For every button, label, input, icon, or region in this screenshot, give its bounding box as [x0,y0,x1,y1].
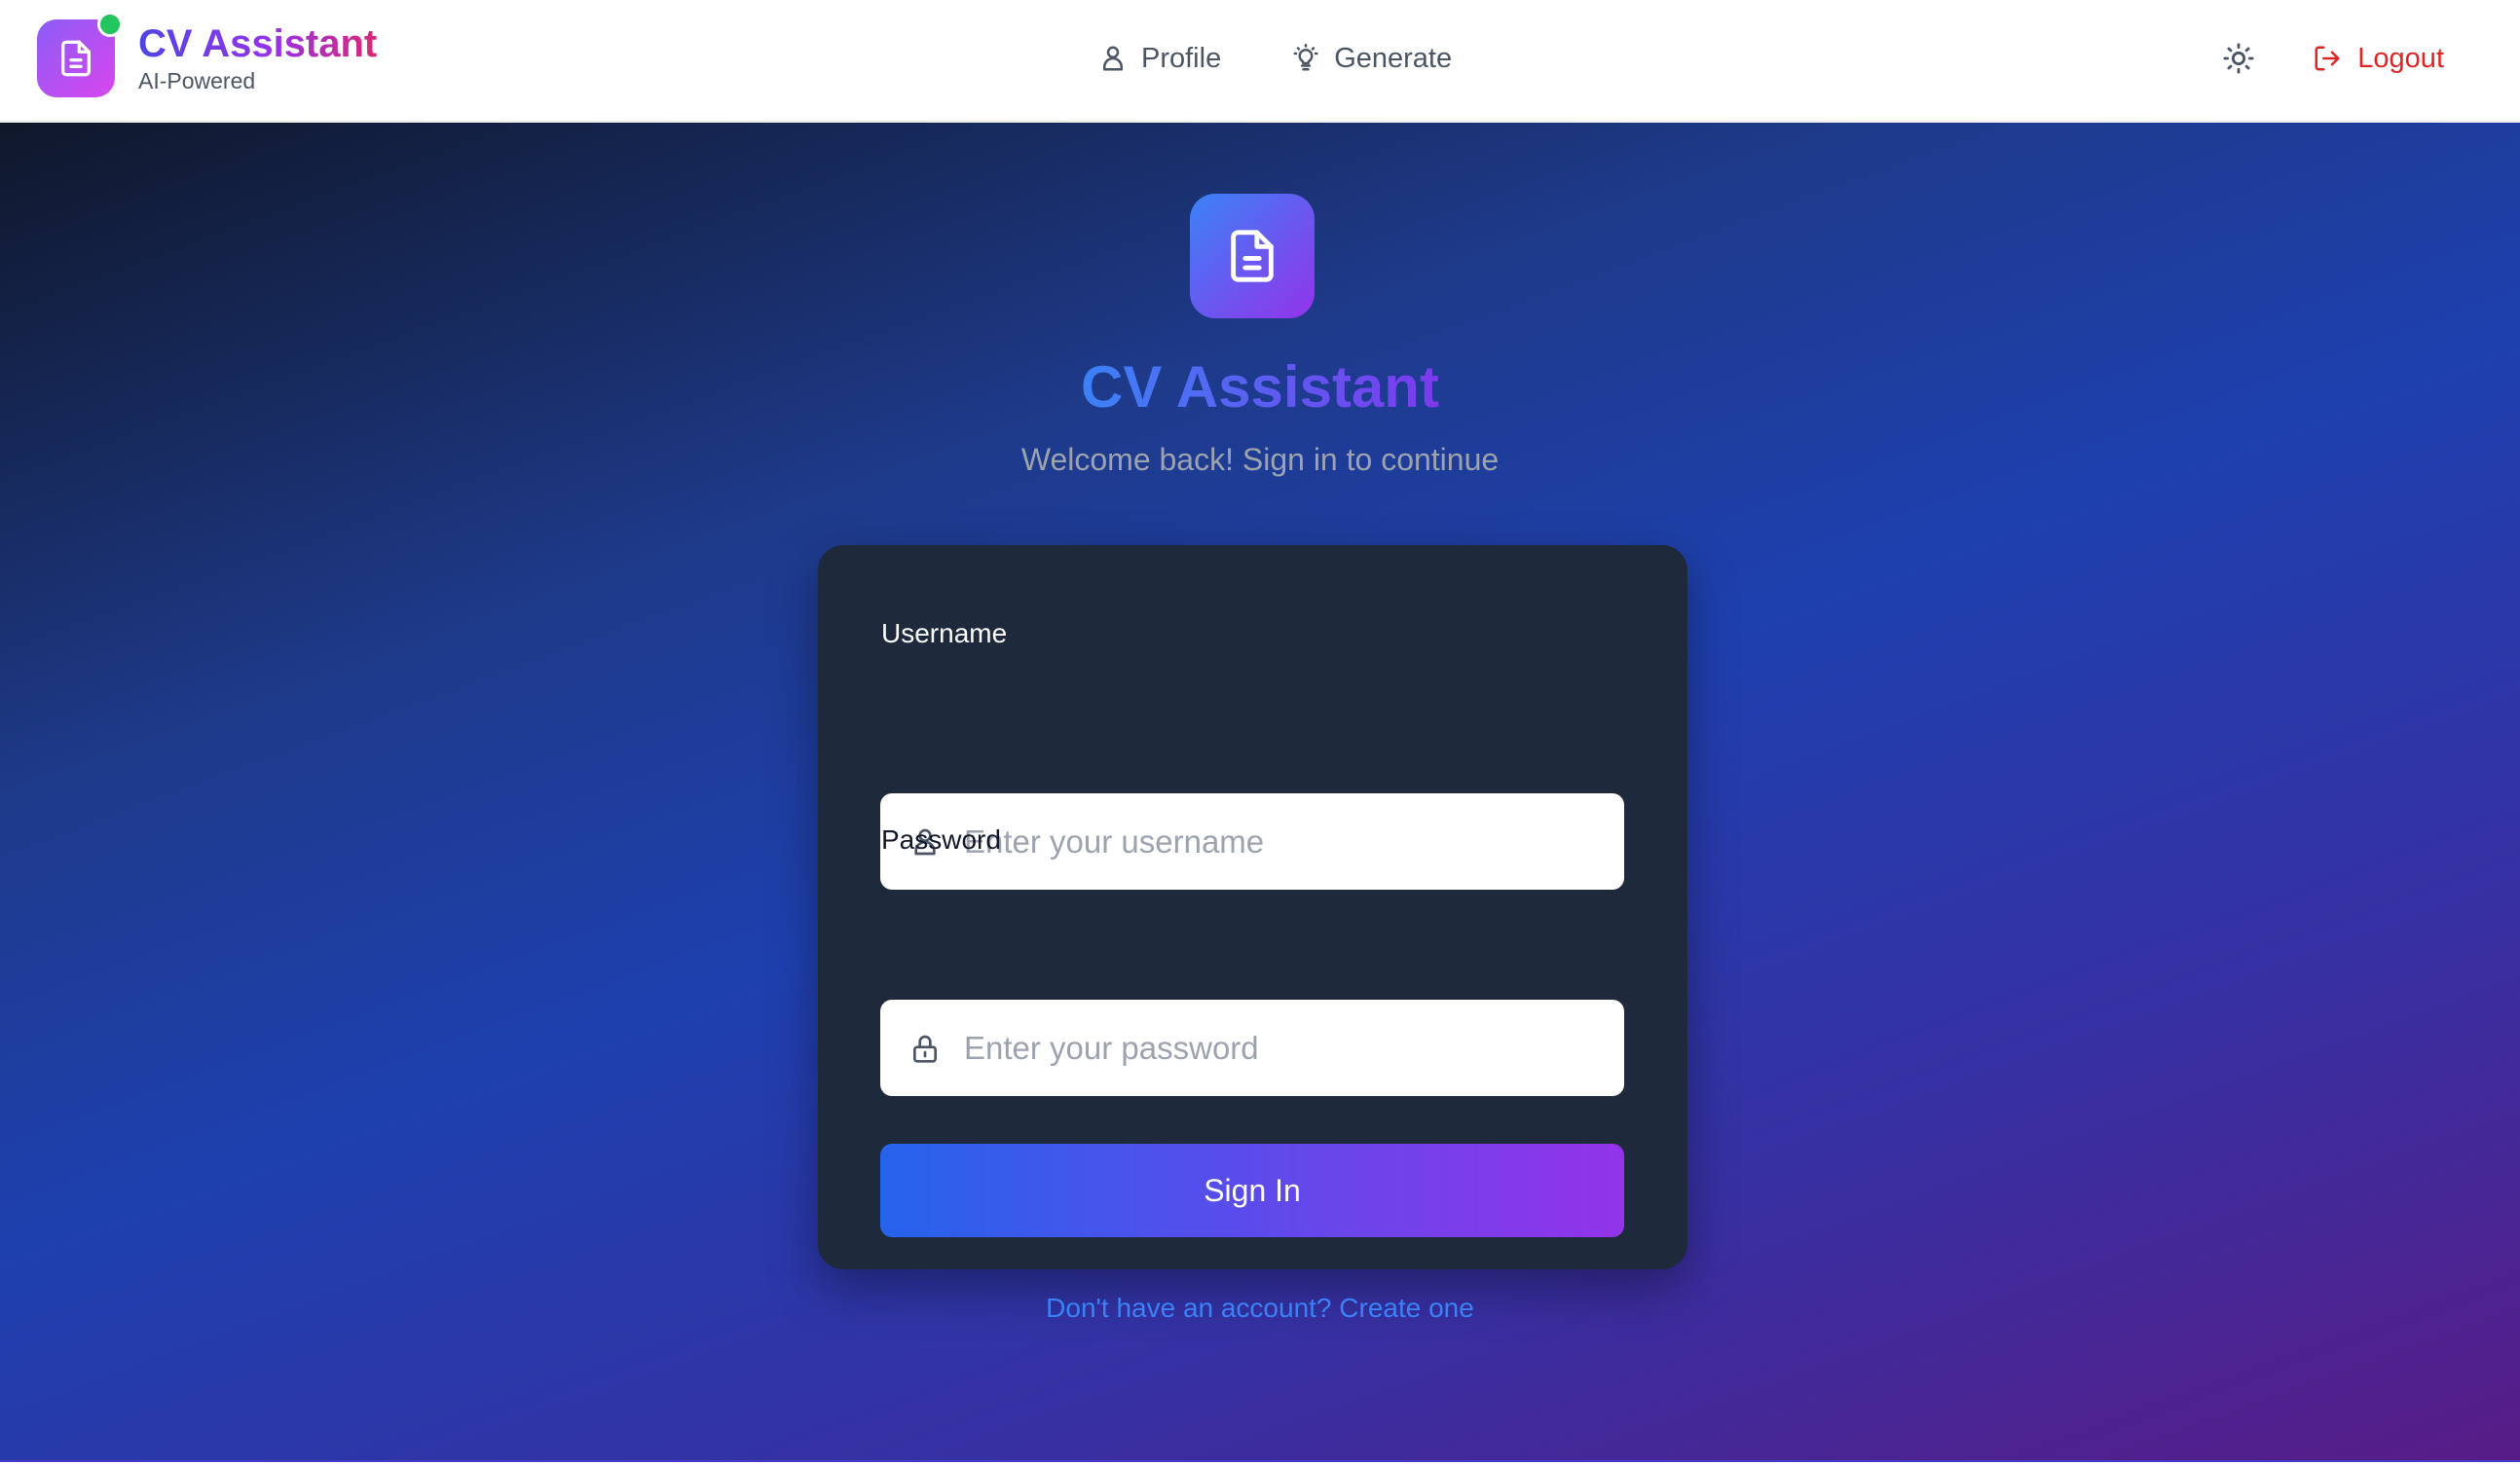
hero-logo [1190,194,1315,318]
nav-item-generate[interactable]: Generate [1291,43,1452,75]
password-field[interactable] [880,1000,1624,1096]
username-input[interactable] [964,793,1624,890]
nav-item-label: Profile [1141,42,1222,74]
brand[interactable]: CV Assistant AI-Powered [37,12,378,97]
password-input[interactable] [964,1000,1624,1096]
logout-button[interactable]: Logout [2313,43,2444,75]
brand-logo [37,12,123,97]
lock-icon [908,1031,943,1066]
password-label: Password [881,824,1001,855]
nav-actions: Logout [2213,33,2444,84]
logout-icon [2315,46,2340,71]
theme-toggle-button[interactable] [2213,33,2264,84]
sun-icon [2223,43,2254,74]
nav-item-label: Generate [1334,42,1453,74]
logout-label: Logout [2357,42,2444,74]
brand-subtitle: AI-Powered [138,68,256,93]
username-label: Username [881,618,1008,648]
document-icon [1231,230,1274,282]
sign-in-button[interactable]: Sign In [880,1144,1624,1237]
brand-title: CV Assistant [138,22,378,65]
online-status-dot [97,12,123,37]
nav-item-profile[interactable]: Profile [1098,43,1221,75]
top-navbar: CV Assistant AI-Powered Profile Generate [0,0,2520,122]
lightbulb-icon [1293,44,1318,71]
create-account-link[interactable]: Don't have an account? Create one [0,1291,2520,1326]
document-icon [61,40,92,77]
page-title: CV Assistant [1081,354,1439,420]
page-subtitle: Welcome back! Sign in to continue [1020,442,1500,477]
user-icon [1103,46,1123,71]
main-nav: Profile Generate [1098,35,1522,82]
